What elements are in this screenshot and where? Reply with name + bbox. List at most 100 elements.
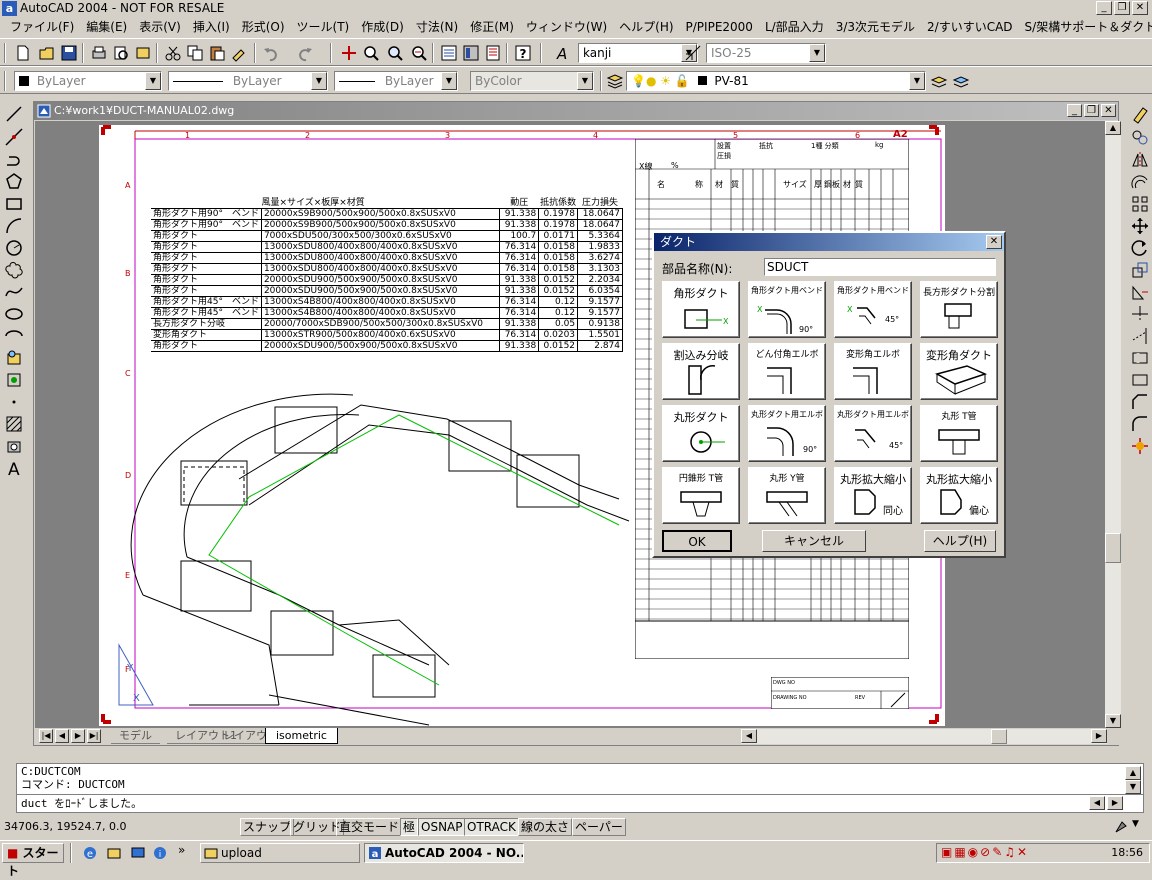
rectangle-icon[interactable] — [4, 194, 24, 214]
explode-icon[interactable] — [1130, 436, 1150, 456]
part-conical-tee[interactable]: 円錐形 T管 — [662, 467, 740, 524]
part-square-bend-90[interactable]: 角形ダクト用ベンド X 90° — [748, 281, 826, 338]
color-combo[interactable]: ByLayer ▼ — [14, 71, 162, 91]
make-layer-current-icon[interactable] — [930, 72, 948, 90]
layer-previous-icon[interactable] — [952, 72, 970, 90]
part-round-duct[interactable]: 丸形ダクト — [662, 405, 740, 462]
linetype-combo[interactable]: ByLayer ▼ — [168, 71, 328, 91]
save-icon[interactable] — [60, 44, 78, 62]
maximize-button[interactable]: ❐ — [1114, 1, 1130, 15]
scroll-up-button[interactable]: ▲ — [1105, 121, 1121, 135]
ortho-toggle[interactable]: 直交モード — [336, 818, 403, 836]
menu-draw[interactable]: 作成(D) — [355, 18, 410, 36]
join-icon[interactable] — [1130, 370, 1150, 390]
part-rect-duct-split[interactable]: 長方形ダクト分割 — [920, 281, 998, 338]
ok-button[interactable]: OK — [662, 530, 732, 552]
menu-file[interactable]: ファイル(F) — [4, 18, 80, 36]
dialog-title-bar[interactable]: ダクト ✕ — [654, 233, 1004, 251]
menu-suisui-cad[interactable]: 2/すいすいCAD — [921, 18, 1019, 36]
drawing-restore-button[interactable]: ❐ — [1084, 104, 1099, 117]
cmd-scroll-left-button[interactable]: ◀ — [1089, 796, 1105, 810]
hatch-icon[interactable] — [4, 414, 24, 434]
next-tab-button[interactable]: ▶ — [71, 729, 85, 743]
menu-modify[interactable]: 修正(M) — [464, 18, 520, 36]
menu-insert[interactable]: 挿入(I) — [187, 18, 236, 36]
menu-3d-model[interactable]: 3/3次元モデル — [830, 18, 921, 36]
redo-icon[interactable] — [296, 44, 314, 62]
tab-isometric[interactable]: isometric — [265, 728, 338, 744]
arc-icon[interactable] — [4, 216, 24, 236]
mirror-icon[interactable] — [1130, 150, 1150, 170]
info-icon[interactable]: i — [152, 845, 168, 861]
cmd-scroll-right-button[interactable]: ▶ — [1107, 796, 1123, 810]
tab-model[interactable]: モデル — [111, 728, 160, 744]
text-style-icon[interactable]: A — [554, 44, 572, 62]
part-round-tee[interactable]: 丸形 T管 — [920, 405, 998, 462]
menu-help[interactable]: ヘルプ(H) — [613, 18, 679, 36]
h-scroll-thumb[interactable] — [991, 729, 1007, 744]
part-square-duct[interactable]: 角形ダクト X — [662, 281, 740, 338]
part-round-elbow-45[interactable]: 丸形ダクト用エルボ 45° — [834, 405, 912, 462]
tray-settings-icon[interactable] — [1112, 818, 1130, 836]
array-icon[interactable] — [1130, 194, 1150, 214]
polar-toggle[interactable]: 極 — [400, 818, 419, 836]
publish-icon[interactable] — [134, 44, 152, 62]
last-tab-button[interactable]: ▶| — [87, 729, 101, 743]
layer-manager-icon[interactable] — [606, 72, 624, 90]
vertical-scrollbar[interactable]: ▲ ▼ — [1105, 121, 1121, 728]
zoom-window-icon[interactable] — [386, 44, 404, 62]
line-icon[interactable] — [4, 104, 24, 124]
ellipse-icon[interactable] — [4, 304, 24, 324]
part-square-bend-45[interactable]: 角形ダクト用ベンド X 45° — [834, 281, 912, 338]
task-upload[interactable]: upload — [200, 843, 360, 863]
dim-style-icon[interactable] — [684, 44, 702, 62]
chevron-down-icon[interactable]: ▼ — [145, 72, 161, 90]
status-menu-icon[interactable]: ▼ — [1132, 819, 1139, 829]
horizontal-scrollbar[interactable]: ◀ ▶ — [741, 729, 1107, 744]
close-button[interactable]: ✕ — [1132, 1, 1148, 15]
scroll-down-button[interactable]: ▼ — [1105, 714, 1121, 728]
polygon-icon[interactable] — [4, 172, 24, 192]
revision-cloud-icon[interactable] — [4, 260, 24, 280]
chevron-down-icon[interactable]: ▼ — [577, 72, 593, 90]
ie-icon[interactable]: e — [82, 845, 98, 861]
help-button[interactable]: ヘルプ(H) — [924, 530, 996, 552]
menu-dimension[interactable]: 寸法(N) — [410, 18, 464, 36]
erase-icon[interactable] — [1130, 104, 1150, 124]
ellipse-arc-icon[interactable] — [4, 326, 24, 346]
menu-view[interactable]: 表示(V) — [133, 18, 187, 36]
chevron-down-icon[interactable]: ▼ — [441, 72, 457, 90]
open-folder-icon[interactable] — [38, 44, 56, 62]
first-tab-button[interactable]: |◀ — [39, 729, 53, 743]
part-round-y-tube[interactable]: 丸形 Y管 — [748, 467, 826, 524]
spline-icon[interactable] — [4, 282, 24, 302]
menu-format[interactable]: 形式(O) — [236, 18, 291, 36]
part-transform-square-elbow[interactable]: 変形角エルボ — [834, 343, 912, 400]
snap-toggle[interactable]: スナップ — [240, 818, 295, 836]
fillet-icon[interactable] — [1130, 414, 1150, 434]
otrack-toggle[interactable]: OTRACK — [464, 818, 519, 836]
menu-tools[interactable]: ツール(T) — [291, 18, 356, 36]
dim-style-combo[interactable]: ISO-25 ▼ — [706, 43, 826, 63]
lineweight-combo[interactable]: ByLayer ▼ — [334, 71, 458, 91]
scroll-left-button[interactable]: ◀ — [741, 729, 757, 743]
rotate-icon[interactable] — [1130, 238, 1150, 258]
menu-window[interactable]: ウィンドウ(W) — [520, 18, 613, 36]
cancel-button[interactable]: キャンセル — [762, 530, 866, 552]
menu-support-duct-design[interactable]: S/架構サポート＆ダクト設計 — [1019, 18, 1152, 36]
copy-icon[interactable] — [186, 44, 204, 62]
stretch-icon[interactable] — [1130, 282, 1150, 302]
part-name-field[interactable]: SDUCT — [764, 258, 996, 276]
point-icon[interactable] — [4, 392, 24, 412]
start-button[interactable]: ■ スタート — [2, 843, 64, 878]
print-icon[interactable] — [90, 44, 108, 62]
lineweight-toggle[interactable]: 線の太さ — [518, 818, 573, 836]
menu-pipe2000[interactable]: P/PIPE2000 — [680, 18, 759, 36]
osnap-toggle[interactable]: OSNAP — [418, 818, 466, 836]
move-icon[interactable] — [1130, 216, 1150, 236]
scroll-right-button[interactable]: ▶ — [1091, 729, 1107, 743]
scroll-thumb[interactable] — [1105, 533, 1121, 563]
chevron-down-icon[interactable]: ▼ — [809, 44, 825, 62]
part-branch-insert[interactable]: 割込み分岐 — [662, 343, 740, 400]
pan-realtime-icon[interactable] — [340, 44, 358, 62]
